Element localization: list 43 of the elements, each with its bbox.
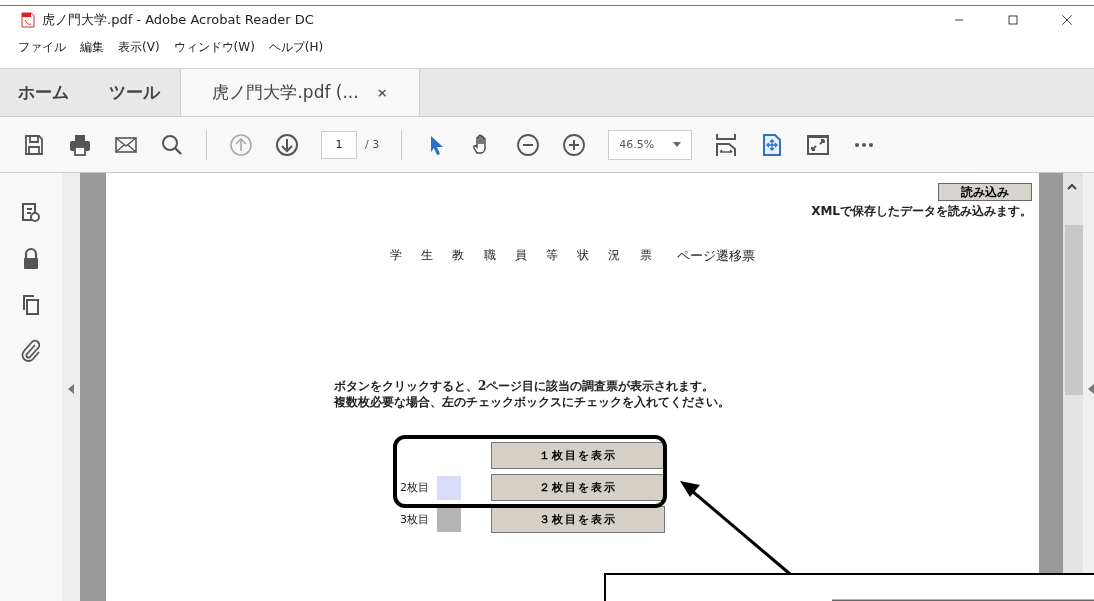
- zoom-in-icon[interactable]: [562, 132, 587, 157]
- maximize-icon[interactable]: [1005, 12, 1021, 28]
- form-subtitle: ページ遷移票: [676, 247, 755, 265]
- page-number-field[interactable]: 1: [321, 130, 357, 159]
- page-thumbnail-icon[interactable]: [19, 201, 43, 225]
- instruction-text: 複数枚必要な場合、左のチェックボックスにチェックを入れてください。: [334, 394, 731, 410]
- sheet-label: 2枚目: [399, 480, 429, 495]
- paperclip-icon[interactable]: [19, 339, 43, 363]
- tab[interactable]: 虎ノ門大学.pdf (... ×: [180, 69, 420, 116]
- close-tab-button[interactable]: ×: [376, 85, 388, 100]
- print-icon[interactable]: [68, 132, 92, 157]
- fit-width-icon[interactable]: [714, 132, 739, 157]
- collapse-right-icon[interactable]: [1088, 383, 1094, 394]
- zoom-dropdown[interactable]: 46.5%: [608, 129, 693, 160]
- tab[interactable]: ホーム: [0, 69, 89, 116]
- dropdown-caret-icon: [673, 142, 682, 147]
- menu-item[interactable]: ファイル: [18, 39, 66, 56]
- checkbox[interactable]: [437, 475, 461, 500]
- close-icon[interactable]: [1059, 12, 1075, 28]
- show-sheet-button[interactable]: １枚目を表示: [491, 442, 665, 469]
- pdf-file-icon: [20, 12, 36, 28]
- menu-item[interactable]: 編集: [80, 39, 104, 56]
- menu-item[interactable]: ヘルプ(H): [268, 39, 324, 56]
- load-caption: XMLで保存したデータを読み込みます。: [811, 204, 1032, 218]
- load-button[interactable]: 読み込み: [938, 183, 1032, 201]
- menu-item[interactable]: ウィンドウ(W): [173, 39, 255, 56]
- page-count: / 3: [365, 138, 380, 151]
- full-screen-icon[interactable]: [806, 132, 831, 157]
- sheet-label: 3枚目: [399, 512, 429, 527]
- save-icon[interactable]: [22, 132, 46, 157]
- search-icon[interactable]: [160, 132, 184, 157]
- tab[interactable]: ツール: [89, 69, 180, 116]
- collapse-left-icon[interactable]: [68, 383, 74, 394]
- zoom-out-icon[interactable]: [516, 132, 541, 157]
- show-sheet-button[interactable]: ３枚目を表示: [491, 506, 665, 533]
- form-title: 学生教職員等状況票: [390, 247, 671, 264]
- show-sheet-button[interactable]: ２枚目を表示: [491, 474, 665, 501]
- checkbox[interactable]: [437, 507, 461, 532]
- menu-item[interactable]: 表示(V): [118, 39, 160, 56]
- instruction-text: ボタンをクリックすると、2ページ目に該当の調査票が表示されます。: [334, 378, 716, 394]
- window-title: 虎ノ門大学.pdf - Adobe Acrobat Reader DC: [42, 11, 315, 29]
- scroll-up-icon[interactable]: [1067, 183, 1077, 190]
- scroll-thumb[interactable]: [1065, 225, 1083, 395]
